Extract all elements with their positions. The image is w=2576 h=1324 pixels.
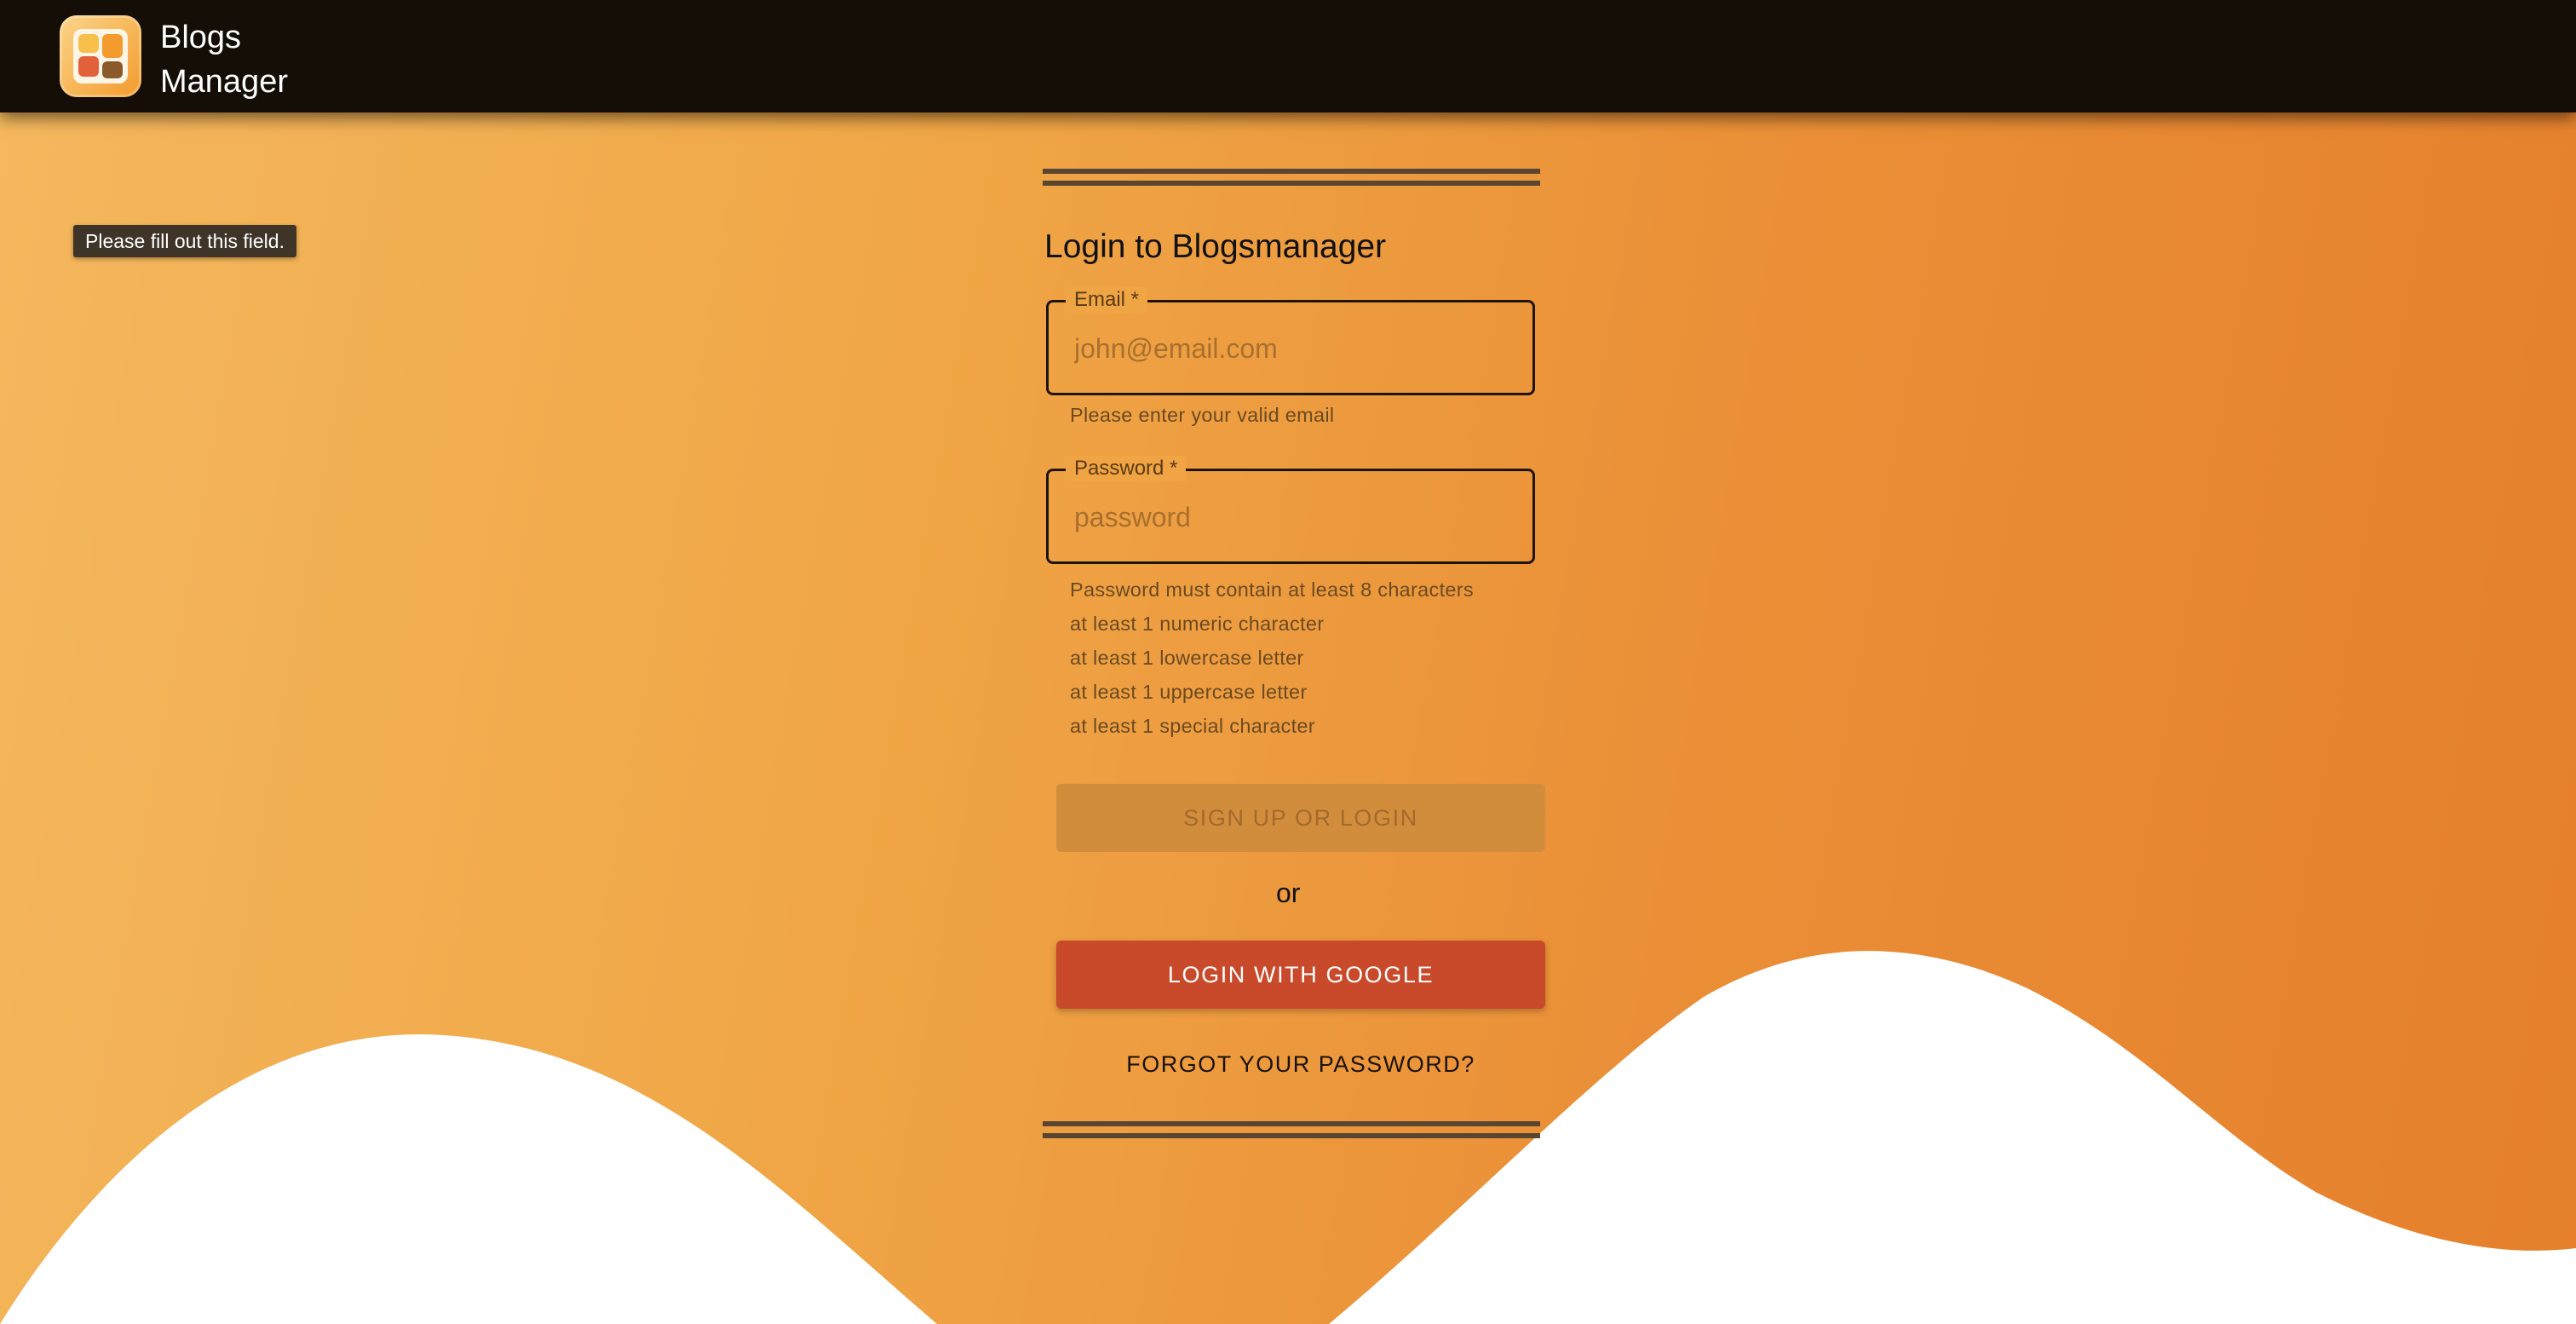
password-requirements: Password must contain at least 8 charact… [1070,573,1474,743]
password-requirement: at least 1 special character [1070,715,1315,737]
app-brand-name[interactable]: Blogs Manager [160,15,288,104]
bottom-divider [1043,1121,1540,1142]
top-divider [1043,169,1540,189]
email-field: Email * [1046,287,1535,395]
password-field: Password * [1046,456,1535,564]
page-title: Login to Blogsmanager [1044,228,1387,265]
or-separator: or [1276,878,1301,908]
forgot-password-link[interactable]: FORGOT YOUR PASSWORD? [1056,1051,1545,1078]
email-input[interactable] [1072,302,1519,394]
brand-line-1: Blogs [160,20,242,55]
top-app-bar: Blogs Manager [0,0,2576,112]
blog-grid-icon[interactable] [60,15,141,97]
brand-line-2: Manager [160,64,288,100]
password-requirement: at least 1 uppercase letter [1070,681,1308,703]
validation-tooltip: Please fill out this field. [73,225,296,257]
password-requirement: at least 1 numeric character [1070,613,1325,635]
email-helper-text: Please enter your valid email [1070,404,1335,426]
password-requirement: Password must contain at least 8 charact… [1070,579,1474,601]
password-input[interactable] [1072,471,1519,563]
signup-or-login-button[interactable]: SIGN UP OR LOGIN [1056,784,1545,852]
login-with-google-button[interactable]: LOGIN WITH GOOGLE [1056,941,1545,1009]
password-requirement: at least 1 lowercase letter [1070,647,1304,669]
